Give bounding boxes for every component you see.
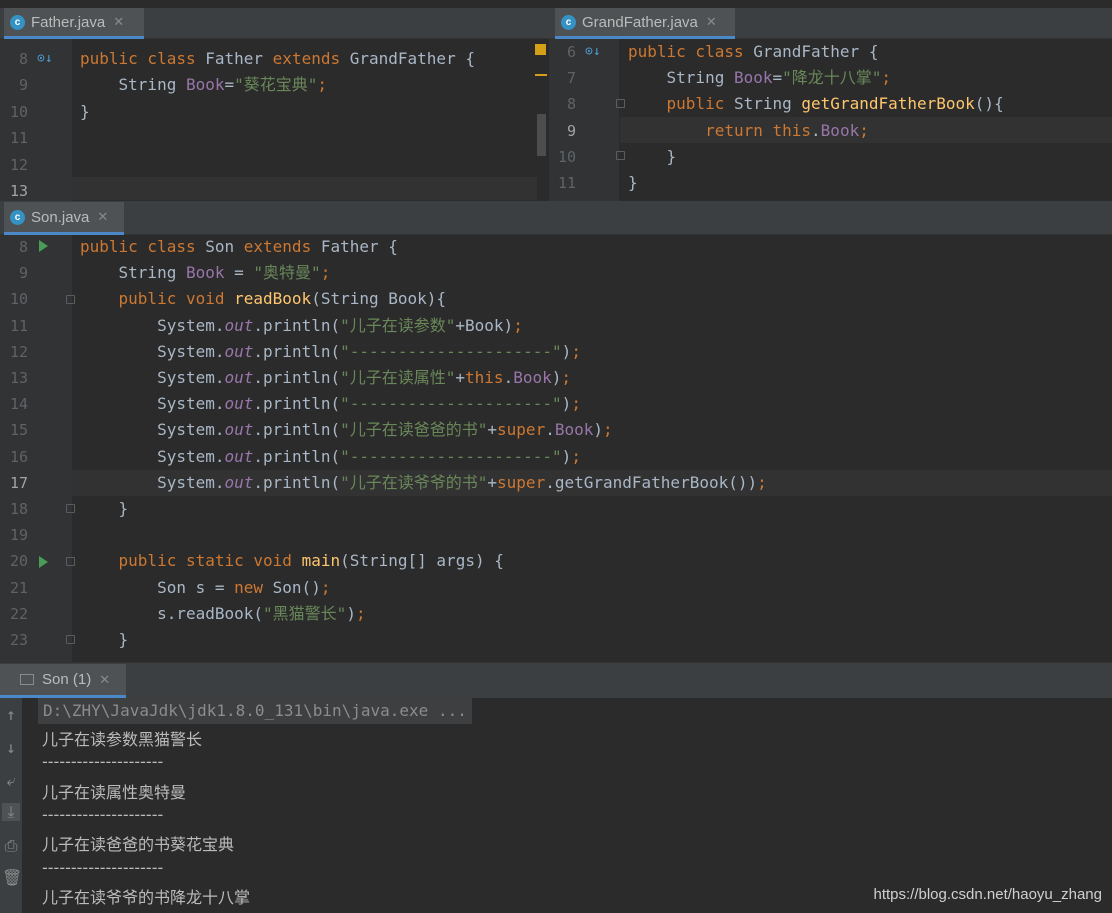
code-line[interactable]: System.out.println("--------------------… — [80, 391, 581, 417]
line-number: 11 — [557, 174, 576, 192]
line-number: 17 — [9, 473, 28, 492]
line-number: 8 — [18, 50, 28, 68]
code-line[interactable]: public void readBook(String Book){ — [80, 286, 447, 312]
run-tab-label: Son (1) — [42, 671, 92, 688]
code-line[interactable]: return this.Book; — [628, 118, 869, 144]
line-number: 13 — [9, 369, 28, 387]
line-number: 7 — [566, 69, 576, 88]
run-command: D:\ZHY\JavaJdk\jdk1.8.0_131\bin\java.exe… — [38, 698, 472, 724]
code-line[interactable]: System.out.println("儿子在读爸爸的书"+super.Book… — [80, 417, 613, 443]
line-number: 21 — [9, 578, 28, 597]
code-line[interactable]: System.out.println("儿子在读爷爷的书"+super.getG… — [80, 470, 767, 496]
code-line[interactable]: public String getGrandFatherBook(){ — [628, 91, 1004, 117]
line-number: 22 — [9, 604, 28, 623]
console-output-line: 儿子在读参数黑猫警长 — [42, 730, 203, 749]
code-line[interactable]: System.out.println("--------------------… — [80, 444, 581, 470]
console-output-line: 儿子在读爷爷的书降龙十八掌 — [42, 887, 251, 907]
code-line[interactable]: System.out.println("儿子在读属性"+this.Book); — [80, 365, 571, 391]
code-line[interactable]: Son s = new Son(); — [80, 575, 330, 601]
fold-marker-icon[interactable] — [66, 504, 75, 513]
print-icon[interactable]: ⎙ — [2, 837, 20, 855]
father-current-line — [72, 177, 537, 200]
run-icon[interactable] — [39, 240, 48, 252]
fold-marker-icon[interactable] — [616, 99, 625, 108]
fold-marker-icon[interactable] — [66, 295, 75, 304]
close-icon[interactable]: ✕ — [97, 209, 108, 225]
line-number: 19 — [9, 526, 28, 545]
line-number: 8 — [566, 95, 576, 114]
console-output-line: 儿子在读爸爸的书葵花宝典 — [42, 835, 235, 855]
line-number: 15 — [9, 421, 28, 440]
close-icon[interactable]: ✕ — [706, 14, 717, 30]
line-number: 11 — [9, 129, 28, 148]
father-scrollbar[interactable] — [537, 114, 546, 156]
tab-label: Father.java — [31, 13, 106, 31]
line-number: 9 — [566, 121, 576, 140]
line-number: 9 — [18, 264, 28, 283]
line-number: 6 — [566, 43, 576, 61]
console-output-line: 儿子在读属性奥特曼 — [42, 782, 187, 802]
run-tab[interactable]: Son (1) ✕ — [0, 664, 126, 698]
line-number: 10 — [9, 102, 28, 121]
code-line[interactable]: String Book="葵花宝典"; — [80, 72, 328, 98]
tab-label: GrandFather.java — [582, 13, 698, 31]
line-number: 18 — [9, 500, 28, 518]
fold-marker-icon[interactable] — [616, 151, 625, 160]
class-icon: c — [10, 14, 25, 30]
code-line[interactable]: } — [80, 99, 90, 125]
warning-marker — [535, 44, 546, 55]
line-number: 16 — [9, 447, 28, 466]
code-line[interactable]: System.out.println("儿子在读参数"+Book); — [80, 313, 523, 339]
son-tabbar — [0, 201, 1112, 235]
arrow-down-icon[interactable]: ↓ — [2, 739, 20, 757]
soft-wrap-icon[interactable]: ⤶ — [2, 772, 20, 790]
line-number: 14 — [9, 395, 28, 414]
line-number: 9 — [18, 76, 28, 95]
line-number: 12 — [9, 155, 28, 174]
code-line[interactable]: } — [628, 170, 638, 196]
scroll-to-end-icon[interactable]: ⤓ — [2, 803, 20, 821]
code-line[interactable]: public class Father extends GrandFather … — [80, 46, 475, 72]
line-number: 12 — [9, 342, 28, 361]
fold-marker-icon[interactable] — [66, 635, 75, 644]
code-line[interactable]: s.readBook("黑猫警长"); — [80, 601, 366, 627]
line-number: 8 — [18, 238, 28, 256]
line-number: 10 — [9, 290, 28, 309]
console-output-line: --------------------- — [42, 804, 164, 824]
tab-grandfather-java[interactable]: c GrandFather.java ✕ — [555, 8, 735, 39]
code-line[interactable]: String Book="降龙十八掌"; — [628, 65, 892, 91]
close-icon[interactable]: ✕ — [113, 14, 124, 30]
warning-marker-line — [535, 74, 547, 76]
watermark: https://blog.csdn.net/haoyu_zhang — [873, 886, 1102, 903]
override-icon: ⊙↓ — [37, 51, 53, 66]
code-line[interactable]: } — [80, 627, 129, 653]
code-line[interactable]: } — [628, 144, 677, 170]
run-icon[interactable] — [39, 556, 48, 568]
override-icon: ⊙↓ — [585, 44, 601, 59]
tab-son-java[interactable]: c Son.java ✕ — [4, 202, 124, 235]
line-number: 11 — [9, 316, 28, 335]
line-number: 23 — [9, 631, 28, 649]
line-number: 20 — [9, 552, 28, 571]
line-number: 10 — [557, 147, 576, 166]
console-output-line: --------------------- — [42, 752, 164, 772]
code-line[interactable]: public class Son extends Father { — [80, 234, 398, 260]
class-icon: c — [10, 209, 25, 225]
code-line[interactable]: String Book = "奥特曼"; — [80, 260, 331, 286]
arrow-up-icon[interactable]: ↑ — [2, 706, 20, 724]
code-line[interactable]: } — [80, 496, 129, 522]
class-icon: c — [561, 14, 576, 30]
console-output-line: --------------------- — [42, 857, 164, 877]
tab-label: Son.java — [31, 208, 90, 226]
code-line[interactable]: public static void main(String[] args) { — [80, 548, 504, 574]
console-icon — [20, 674, 34, 685]
run-panel-header — [0, 662, 1112, 698]
code-line[interactable]: System.out.println("--------------------… — [80, 339, 581, 365]
tab-father-java[interactable]: c Father.java ✕ — [4, 8, 144, 39]
fold-marker-icon[interactable] — [66, 557, 75, 566]
line-number: 13 — [9, 182, 28, 200]
close-icon[interactable]: ✕ — [99, 672, 110, 688]
trash-icon[interactable]: 🗑 — [2, 869, 22, 887]
code-line[interactable]: public class GrandFather { — [628, 39, 878, 65]
